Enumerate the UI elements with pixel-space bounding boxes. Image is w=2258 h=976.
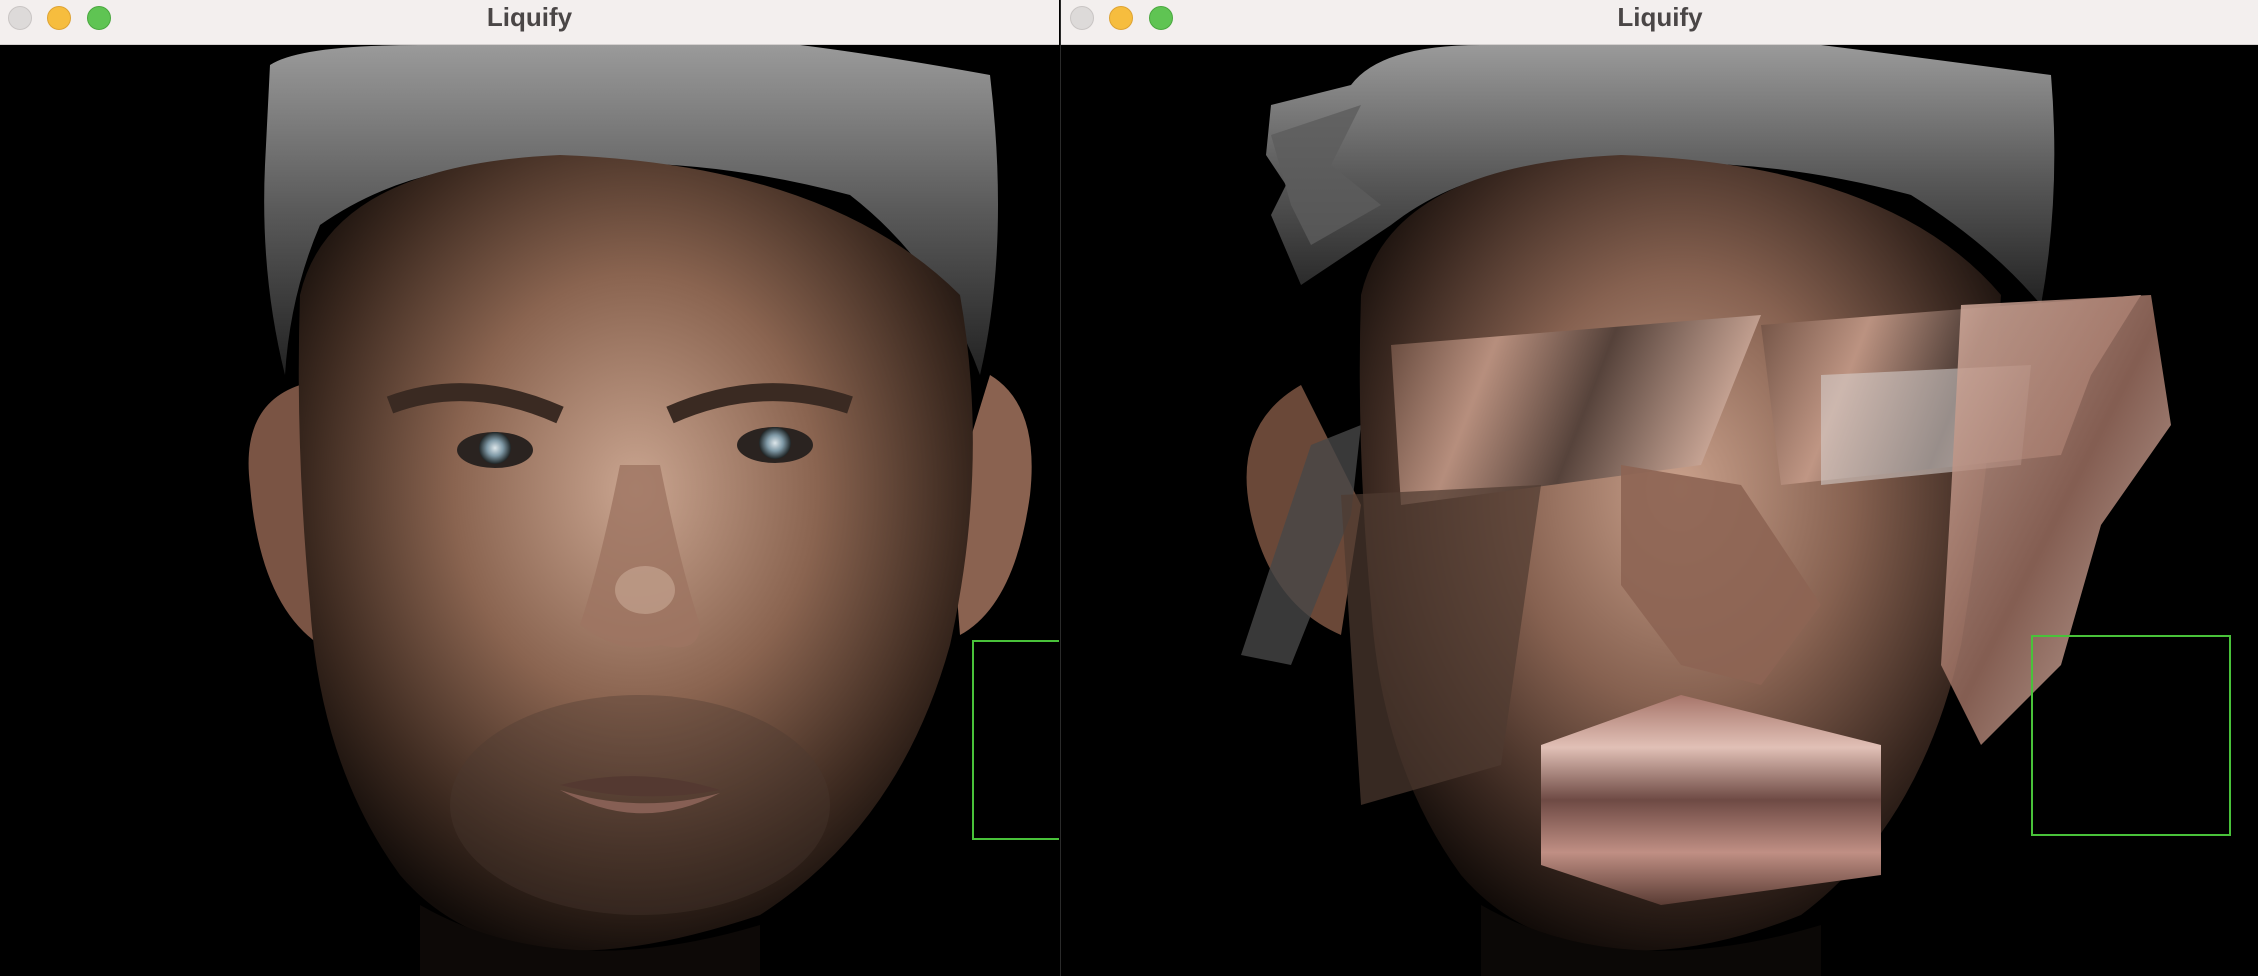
selection-rectangle[interactable]	[2031, 635, 2231, 836]
liquify-window-original[interactable]: Liquify	[0, 0, 1059, 976]
titlebar[interactable]: Liquify	[1061, 0, 2258, 45]
window-title: Liquify	[1617, 2, 1703, 32]
desktop: Liquify Liquify	[0, 0, 2258, 976]
titlebar[interactable]: Liquify	[0, 0, 1059, 45]
window-title: Liquify	[486, 2, 573, 32]
selection-rectangle[interactable]	[972, 640, 1059, 840]
image-canvas[interactable]	[0, 45, 1059, 976]
liquify-window-distorted[interactable]: Liquify	[1060, 0, 2258, 976]
distorted-portrait-image	[1061, 45, 2258, 976]
image-canvas[interactable]	[1061, 45, 2258, 976]
portrait-image	[0, 45, 1059, 976]
